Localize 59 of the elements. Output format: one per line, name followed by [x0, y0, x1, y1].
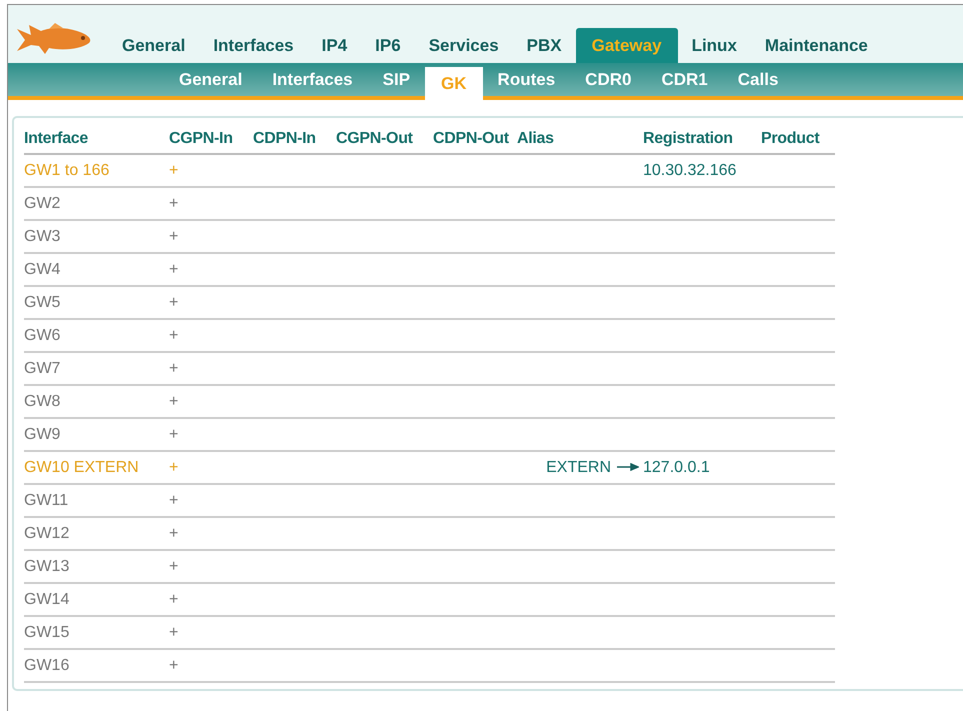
add-link[interactable]: +	[169, 326, 178, 344]
main-tab[interactable]: Linux	[678, 28, 751, 63]
fish-logo-icon	[15, 21, 93, 55]
add-link[interactable]: +	[169, 656, 178, 674]
main-tab[interactable]: Interfaces	[199, 28, 308, 63]
column-header: Interface	[24, 124, 169, 154]
add-link[interactable]: +	[169, 194, 178, 212]
column-header: CGPN-Out	[336, 124, 433, 154]
add-link[interactable]: +	[169, 294, 178, 310]
main-tab[interactable]: Gateway	[576, 28, 678, 63]
sub-tab[interactable]: Interfaces	[257, 63, 368, 96]
alias-cell: EXTERN	[546, 458, 611, 476]
arrow-icon	[617, 463, 639, 472]
sub-tab[interactable]: General	[164, 63, 258, 96]
interface-cell: GW4	[24, 260, 60, 278]
interface-cell: GW15	[24, 624, 70, 640]
interface-cell: GW8	[24, 392, 60, 410]
column-header: Alias	[517, 124, 643, 154]
interface-cell: GW13	[24, 558, 70, 574]
main-tab[interactable]: IP6	[361, 28, 415, 63]
sub-tab[interactable]: Calls	[722, 63, 794, 96]
interface-cell: GW10 EXTERN	[24, 458, 139, 476]
sub-tab[interactable]: CDR1	[646, 63, 723, 96]
interface-cell: GW2	[24, 194, 60, 212]
sub-tab[interactable]: CDR0	[570, 63, 646, 96]
add-link[interactable]: +	[169, 260, 178, 278]
add-link[interactable]: +	[169, 590, 178, 608]
add-link[interactable]: +	[169, 524, 178, 542]
interface-cell: GW6	[24, 326, 60, 344]
interface-cell: GW12	[24, 524, 70, 542]
add-link[interactable]: +	[169, 624, 178, 640]
interface-cell: GW14	[24, 590, 70, 608]
interface-cell: GW5	[24, 294, 60, 310]
main-tab[interactable]: Maintenance	[750, 28, 882, 63]
add-link[interactable]: +	[169, 426, 178, 442]
main-tab[interactable]: IP4	[308, 28, 362, 63]
add-link[interactable]: +	[169, 360, 178, 376]
interface-cell: GW16	[24, 656, 70, 674]
add-link[interactable]: +	[169, 228, 178, 244]
column-header: CDPN-In	[253, 124, 336, 154]
sub-tab[interactable]: Routes	[482, 63, 570, 96]
add-link[interactable]: +	[169, 492, 178, 508]
main-tab[interactable]: General	[108, 28, 200, 63]
interface-cell: GW1 to 166	[24, 162, 110, 178]
column-header: CGPN-In	[169, 124, 253, 154]
add-link[interactable]: +	[169, 392, 178, 410]
main-tab[interactable]: Services	[414, 28, 513, 63]
sub-tab[interactable]: SIP	[368, 63, 426, 96]
interface-cell: GW11	[24, 492, 68, 508]
interface-cell: GW9	[24, 426, 60, 442]
registration-cell: 127.0.0.1	[643, 458, 710, 476]
interface-cell: GW7	[24, 360, 60, 376]
column-header: CDPN-Out	[433, 124, 517, 154]
interface-cell: GW3	[24, 228, 60, 244]
registration-cell: 10.30.32.166	[643, 162, 736, 178]
main-tab[interactable]: PBX	[512, 28, 576, 63]
add-link[interactable]: +	[169, 558, 178, 574]
column-header: Registration	[643, 124, 761, 154]
column-header: Product	[761, 124, 835, 154]
